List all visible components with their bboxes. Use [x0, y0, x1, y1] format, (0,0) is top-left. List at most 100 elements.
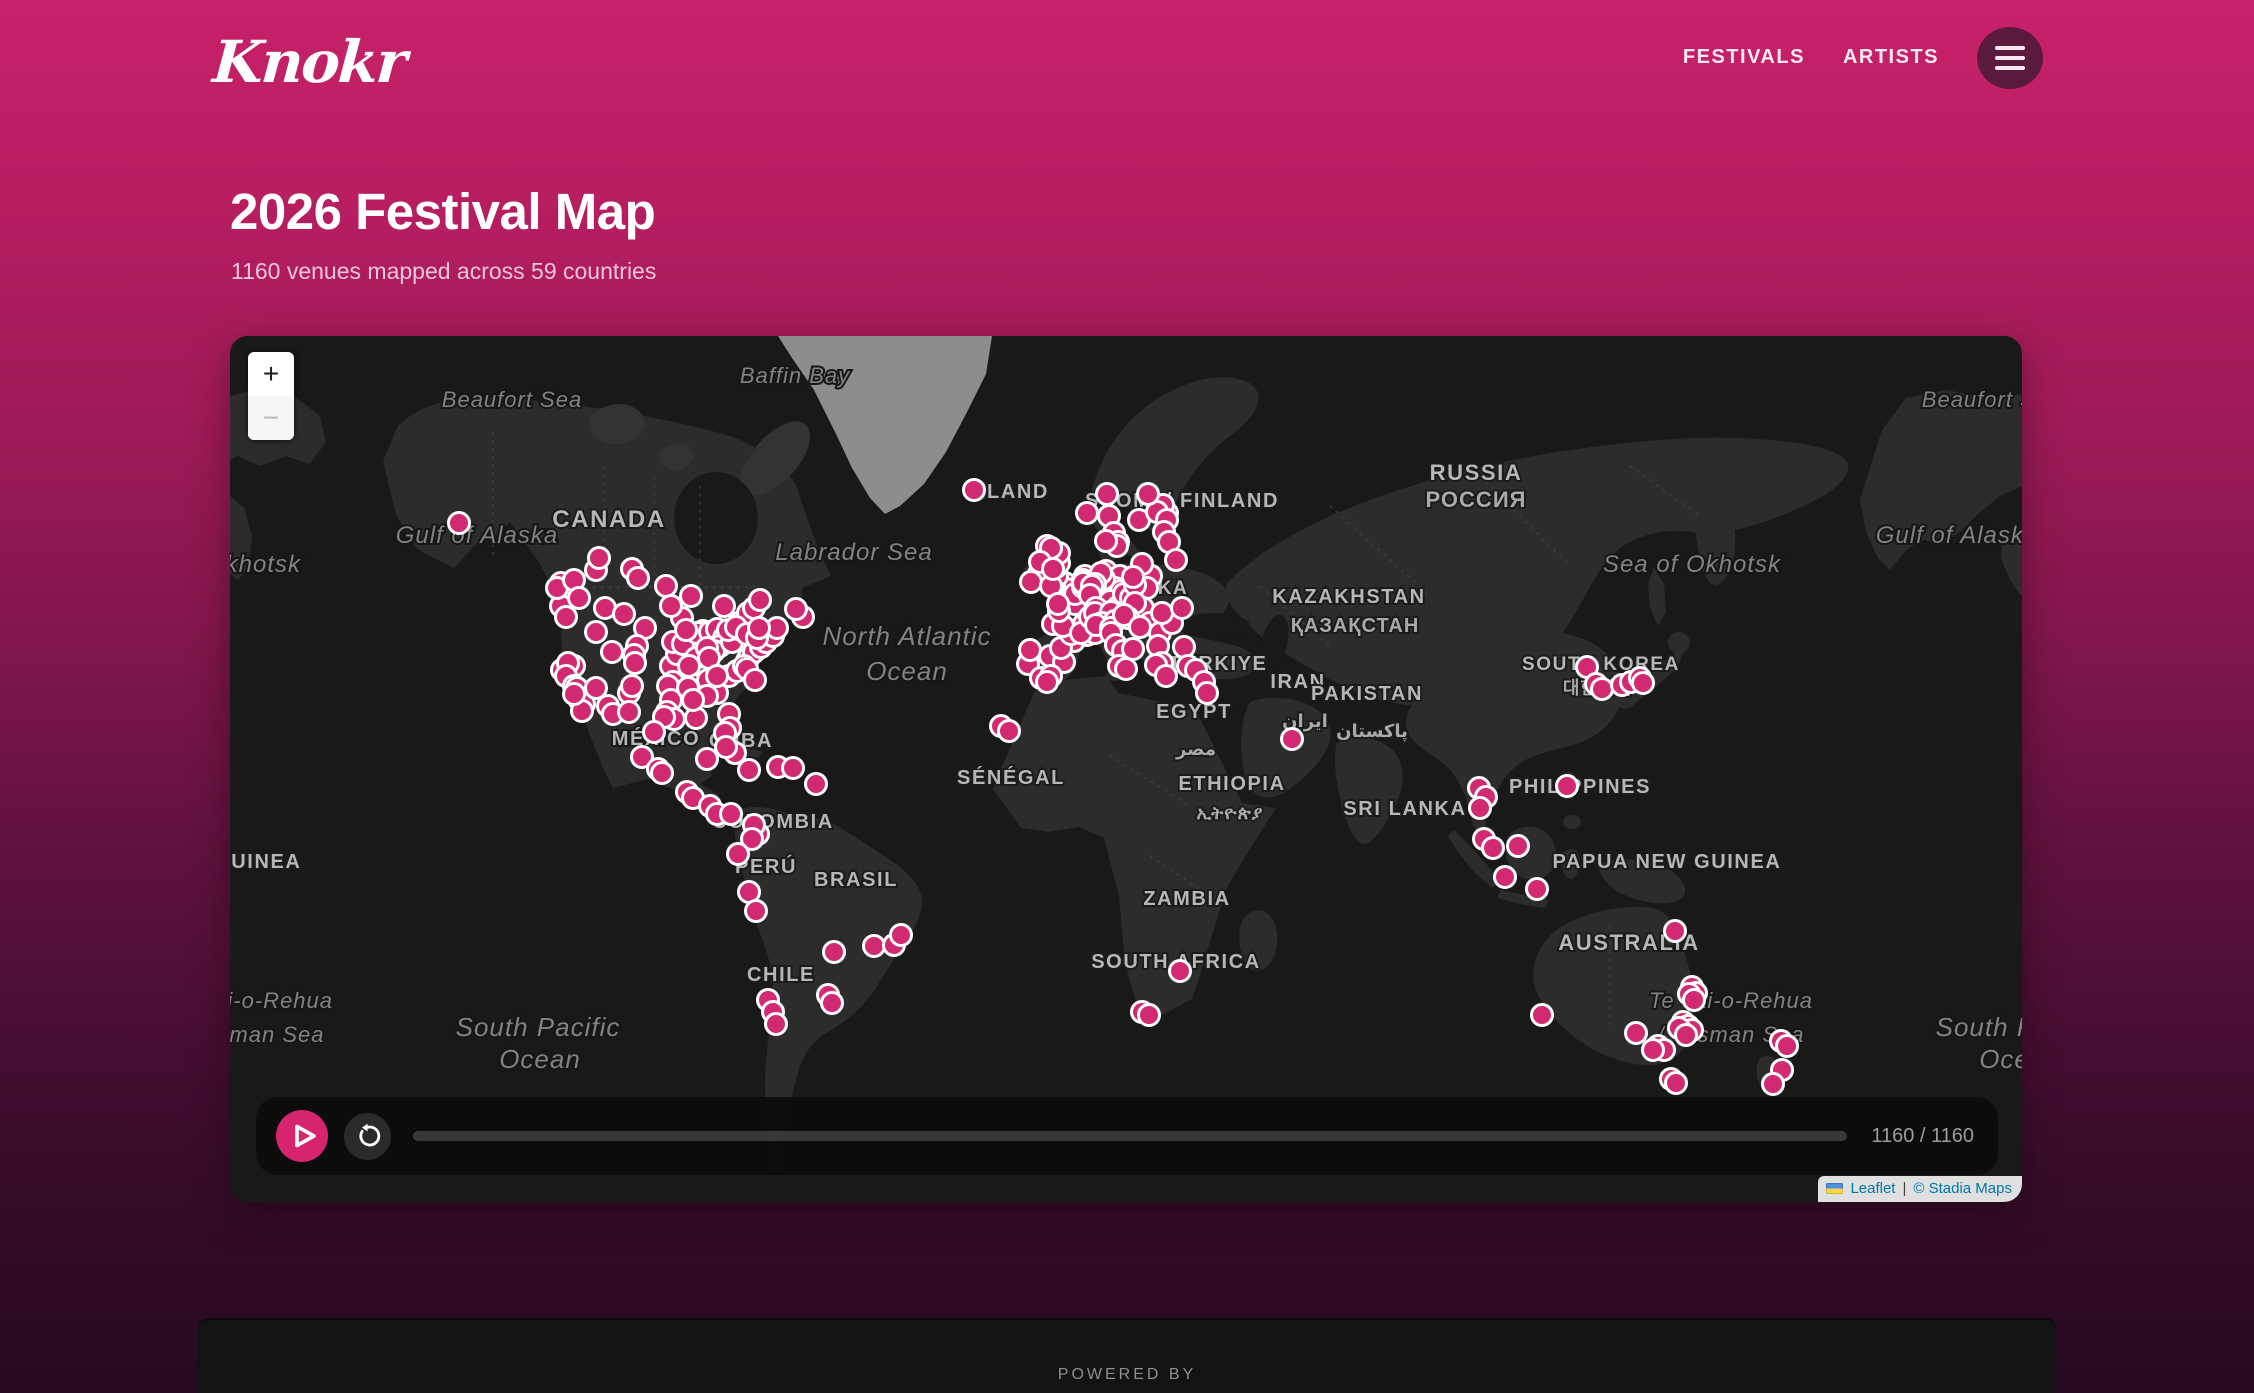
venue-dot[interactable] [864, 936, 885, 957]
venue-dot[interactable] [783, 758, 804, 779]
venue-dot[interactable] [625, 653, 646, 674]
venue-dot[interactable] [1626, 1023, 1647, 1044]
map-label: ZAMBIA [1143, 888, 1230, 910]
venue-dot[interactable] [1684, 990, 1705, 1011]
zoom-in-button[interactable]: + [248, 352, 294, 396]
venue-dot[interactable] [1282, 729, 1303, 750]
venue-dot[interactable] [1123, 567, 1144, 588]
venue-dot[interactable] [1174, 637, 1195, 658]
venue-dot[interactable] [999, 721, 1020, 742]
venue-dot[interactable] [1777, 1036, 1798, 1057]
venue-dot[interactable] [1166, 550, 1187, 571]
venue-dot[interactable] [1048, 594, 1069, 615]
venue-dot[interactable] [1495, 867, 1516, 888]
venue-dot[interactable] [746, 901, 767, 922]
venue-dot[interactable] [1037, 672, 1058, 693]
venue-dot[interactable] [1096, 531, 1117, 552]
venue-dot[interactable] [1077, 503, 1098, 524]
venue-dot[interactable] [449, 513, 470, 534]
venue-dot[interactable] [745, 670, 766, 691]
map-label: South Pacific [1936, 1012, 2022, 1042]
map-label: CANADA [552, 506, 666, 533]
venue-dot[interactable] [1633, 673, 1654, 694]
venue-dot[interactable] [1592, 679, 1613, 700]
venue-dot[interactable] [739, 760, 760, 781]
venue-dot[interactable] [656, 576, 677, 597]
venue-dot[interactable] [1097, 484, 1118, 505]
venue-dot[interactable] [602, 642, 623, 663]
venue-dot[interactable] [586, 622, 607, 643]
venue-dot[interactable] [964, 480, 985, 501]
venue-dot[interactable] [824, 942, 845, 963]
venue-dot[interactable] [622, 676, 643, 697]
venue-dot[interactable] [891, 925, 912, 946]
venue-dot[interactable] [766, 1014, 787, 1035]
venue-dot[interactable] [1152, 603, 1173, 624]
main-nav: FESTIVALS ARTISTS [1683, 0, 2043, 115]
nav-artists[interactable]: ARTISTS [1843, 46, 1939, 69]
venue-dot[interactable] [681, 586, 702, 607]
venue-dot[interactable] [1043, 559, 1064, 580]
venue-dot[interactable] [661, 596, 682, 617]
venue-dot[interactable] [1021, 572, 1042, 593]
reset-button[interactable] [344, 1113, 391, 1160]
venue-dot[interactable] [1172, 598, 1193, 619]
venue-dot[interactable] [614, 604, 635, 625]
world-map-svg[interactable]: Beaufort SeaBaffin BayGulf of AlaskaLabr… [230, 336, 2022, 1202]
venue-dot[interactable] [714, 596, 735, 617]
venue-dot[interactable] [1170, 961, 1191, 982]
venue-dot[interactable] [619, 702, 640, 723]
venue-dot[interactable] [749, 618, 770, 639]
venue-dot[interactable] [1139, 1005, 1160, 1026]
venue-dot[interactable] [589, 548, 610, 569]
venue-dot[interactable] [652, 763, 673, 784]
venue-dot[interactable] [822, 993, 843, 1014]
venue-dot[interactable] [1470, 798, 1491, 819]
venue-dot[interactable] [628, 568, 649, 589]
venue-dot[interactable] [1116, 659, 1137, 680]
venue-dot[interactable] [728, 844, 749, 865]
venue-dot[interactable] [1676, 1025, 1697, 1046]
venue-dot[interactable] [1156, 666, 1177, 687]
attribution-separator: | [1902, 1180, 1906, 1197]
play-button[interactable] [276, 1110, 328, 1162]
festival-map[interactable]: Beaufort SeaBaffin BayGulf of AlaskaLabr… [230, 336, 2022, 1202]
venue-dot[interactable] [1557, 776, 1578, 797]
venue-dot[interactable] [697, 749, 718, 770]
leaflet-link[interactable]: Leaflet [1850, 1180, 1895, 1197]
venue-dot[interactable] [716, 737, 737, 758]
venue-dot[interactable] [1130, 617, 1151, 638]
venue-dot[interactable] [721, 804, 742, 825]
map-label: SOUTH KOREA [1522, 654, 1680, 675]
venue-dot[interactable] [1532, 1005, 1553, 1026]
map-label: EGYPT [1156, 701, 1232, 723]
venue-dot[interactable] [1138, 484, 1159, 505]
venue-dot[interactable] [556, 607, 577, 628]
venue-dot[interactable] [1020, 640, 1041, 661]
map-zoom-control: + − [248, 352, 294, 440]
zoom-out-button[interactable]: − [248, 396, 294, 440]
venue-dot[interactable] [1508, 836, 1529, 857]
venue-dot[interactable] [707, 666, 728, 687]
venue-dot[interactable] [1665, 921, 1686, 942]
venue-dot[interactable] [1666, 1073, 1687, 1094]
timeline-slider[interactable] [413, 1131, 1847, 1141]
venue-dot[interactable] [676, 620, 697, 641]
venue-dot[interactable] [1197, 683, 1218, 704]
nav-festivals[interactable]: FESTIVALS [1683, 46, 1805, 69]
venue-dot[interactable] [750, 590, 771, 611]
venue-dot[interactable] [683, 690, 704, 711]
hamburger-menu-button[interactable] [1977, 27, 2043, 89]
venue-dot[interactable] [569, 588, 590, 609]
venue-dot[interactable] [1483, 838, 1504, 859]
venue-dot[interactable] [564, 684, 585, 705]
logo[interactable]: Knokr [211, 28, 408, 96]
map-label: مصر [1175, 739, 1216, 760]
venue-dot[interactable] [1643, 1040, 1664, 1061]
venue-dot[interactable] [644, 722, 665, 743]
stadia-maps-link[interactable]: © Stadia Maps [1913, 1180, 2012, 1197]
venue-dot[interactable] [786, 599, 807, 620]
venue-dot[interactable] [1763, 1074, 1784, 1095]
venue-dot[interactable] [1527, 879, 1548, 900]
venue-dot[interactable] [806, 774, 827, 795]
